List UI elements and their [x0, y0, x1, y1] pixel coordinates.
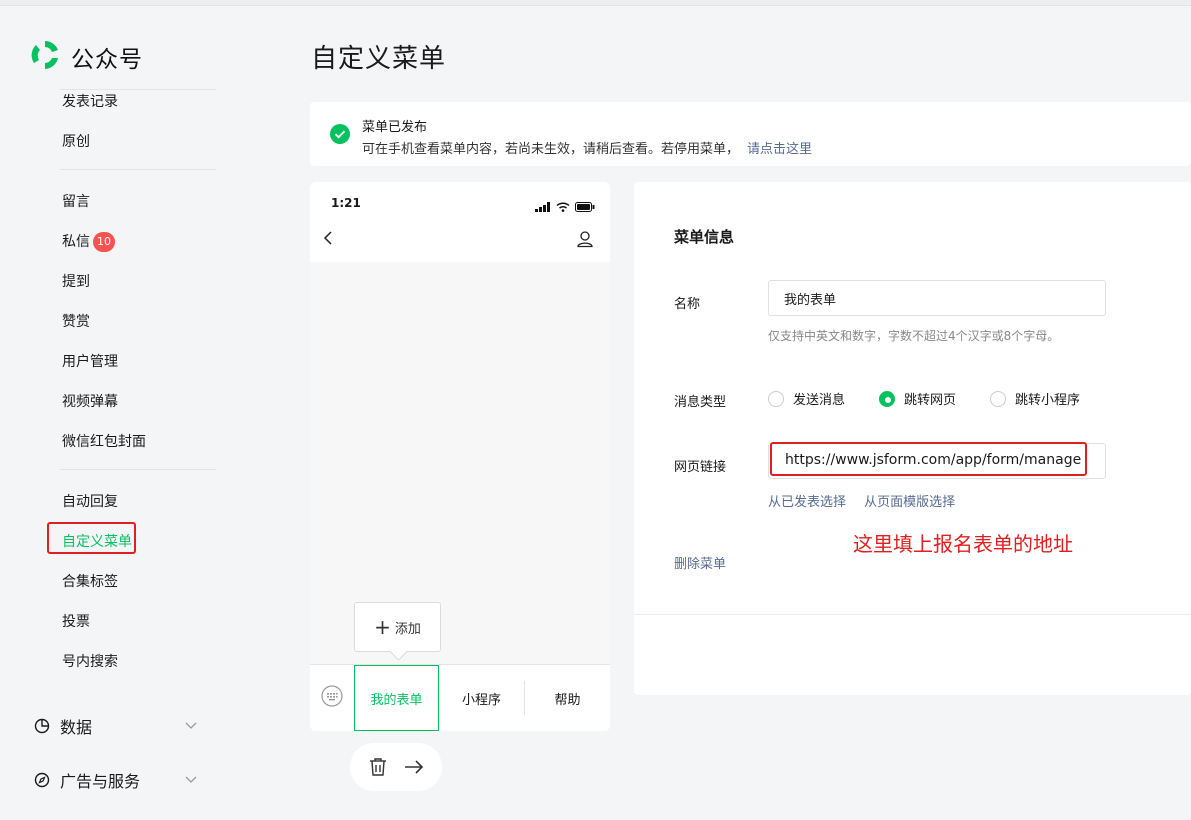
- sidebar-item-video-danmaku[interactable]: 视频弹幕: [62, 391, 118, 411]
- sidebar-group-label: 广告与服务: [60, 772, 141, 791]
- sidebar-item-label: 私信: [62, 234, 90, 250]
- arrow-right-icon[interactable]: [404, 759, 424, 775]
- chevron-down-icon: [184, 717, 198, 736]
- sidebar-item-original[interactable]: 原创: [62, 131, 90, 151]
- url-source-links: 从已发表选择 从页面模版选择: [768, 491, 969, 510]
- radio-jump-mini-program[interactable]: 跳转小程序: [990, 389, 1080, 408]
- radio-label: 跳转网页: [904, 393, 957, 408]
- highlight-box: [770, 442, 1087, 476]
- sidebar: 公众号 发表记录 原创 留言 私信 10 提到 赞赏 用户管理 视频弹幕 微信红包…: [0, 6, 232, 820]
- sidebar-item-auto-reply[interactable]: 自动回复: [62, 491, 118, 511]
- sidebar-item-comments[interactable]: 留言: [62, 191, 90, 211]
- select-from-published-link[interactable]: 从已发表选择: [768, 495, 846, 510]
- status-icons: [535, 197, 595, 216]
- notice-title: 菜单已发布: [362, 120, 428, 135]
- highlight-box: [47, 522, 136, 554]
- app-logo[interactable]: 公众号: [28, 38, 143, 76]
- webpage-link-label: 网页链接: [674, 460, 727, 475]
- radio-jump-webpage[interactable]: 跳转网页: [879, 389, 956, 408]
- notice-description: 可在手机查看菜单内容，若尚未生效，请稍后查看。若停用菜单， 请点击这里: [362, 138, 812, 157]
- sidebar-item-user-management[interactable]: 用户管理: [62, 351, 118, 371]
- publish-notice: 菜单已发布 可在手机查看菜单内容，若尚未生效，请稍后查看。若停用菜单， 请点击这里: [310, 102, 1191, 166]
- message-type-label: 消息类型: [674, 395, 727, 410]
- sidebar-item-vote[interactable]: 投票: [62, 611, 90, 631]
- panel-divider: [634, 614, 1191, 615]
- wechat-mp-logo-icon: [28, 38, 62, 76]
- menu-item-mini-program[interactable]: 小程序: [439, 665, 524, 731]
- sidebar-group-data[interactable]: 数据: [34, 714, 197, 738]
- sidebar-item-rewards[interactable]: 赞赏: [62, 311, 90, 331]
- menu-name-input[interactable]: [768, 280, 1106, 316]
- menu-item-my-form[interactable]: 我的表单: [354, 665, 439, 731]
- select-from-template-link[interactable]: 从页面模版选择: [864, 495, 955, 510]
- signal-icon: [535, 197, 551, 216]
- message-type-radio-group: 发送消息 跳转网页 跳转小程序: [768, 389, 1114, 408]
- radio-label: 跳转小程序: [1015, 393, 1081, 408]
- sidebar-item-collection-tags[interactable]: 合集标签: [62, 571, 118, 591]
- nav-divider: [60, 469, 216, 470]
- delete-menu-link[interactable]: 删除菜单: [674, 553, 726, 572]
- keyboard-icon[interactable]: [321, 685, 343, 711]
- menu-bar: 我的表单 小程序 帮助: [310, 664, 610, 731]
- menu-actions: [350, 743, 442, 791]
- sidebar-group-label: 数据: [60, 718, 93, 737]
- sidebar-item-red-packet-cover[interactable]: 微信红包封面: [62, 431, 146, 451]
- nav-divider: [60, 89, 216, 90]
- trash-icon[interactable]: [369, 757, 387, 777]
- status-time: 1:21: [331, 196, 361, 210]
- radio-label: 发送消息: [793, 393, 846, 408]
- compass-icon: [34, 772, 50, 788]
- battery-icon: [575, 197, 595, 216]
- chevron-down-icon: [184, 771, 198, 790]
- app-name: 公众号: [71, 47, 143, 73]
- sidebar-item-account-search[interactable]: 号内搜索: [62, 651, 118, 671]
- add-label: 添加: [394, 621, 421, 637]
- sidebar-item-publish-records[interactable]: 发表记录: [62, 91, 118, 111]
- name-label: 名称: [674, 297, 701, 312]
- wifi-icon: [556, 197, 570, 216]
- phone-preview: 1:21 + 添加 我的表单 小程序 帮助: [310, 182, 610, 731]
- back-arrow-icon[interactable]: [322, 230, 334, 250]
- unread-badge: 10: [93, 232, 115, 252]
- annotation-text: 这里填上报名表单的地址: [853, 532, 1073, 556]
- name-hint: 仅支持中英文和数字，字数不超过4个汉字或8个字母。: [768, 329, 1060, 343]
- sidebar-group-ads-services[interactable]: 广告与服务: [34, 768, 197, 792]
- nav-divider: [60, 169, 216, 170]
- sidebar-item-messages[interactable]: 私信 10: [62, 231, 115, 252]
- notice-text: 可在手机查看菜单内容，若尚未生效，请稍后查看。若停用菜单，: [362, 142, 740, 157]
- radio-dot: [879, 390, 896, 407]
- plus-icon: +: [374, 615, 391, 639]
- menu-info-heading: 菜单信息: [674, 228, 735, 246]
- page-title: 自定义菜单: [311, 44, 447, 74]
- sidebar-item-mentions[interactable]: 提到: [62, 271, 90, 291]
- pie-chart-icon: [34, 718, 50, 734]
- menu-editor-panel: 菜单信息 名称 仅支持中英文和数字，字数不超过4个汉字或8个字母。 消息类型 发…: [634, 182, 1191, 695]
- user-profile-icon[interactable]: [576, 230, 594, 252]
- radio-send-message[interactable]: 发送消息: [768, 389, 845, 408]
- disable-menu-link[interactable]: 请点击这里: [747, 142, 812, 157]
- add-submenu-button[interactable]: + 添加: [354, 602, 441, 652]
- radio-dot: [768, 390, 784, 407]
- radio-dot: [990, 390, 1007, 407]
- menu-item-help[interactable]: 帮助: [525, 665, 610, 731]
- success-check-icon: [330, 124, 350, 148]
